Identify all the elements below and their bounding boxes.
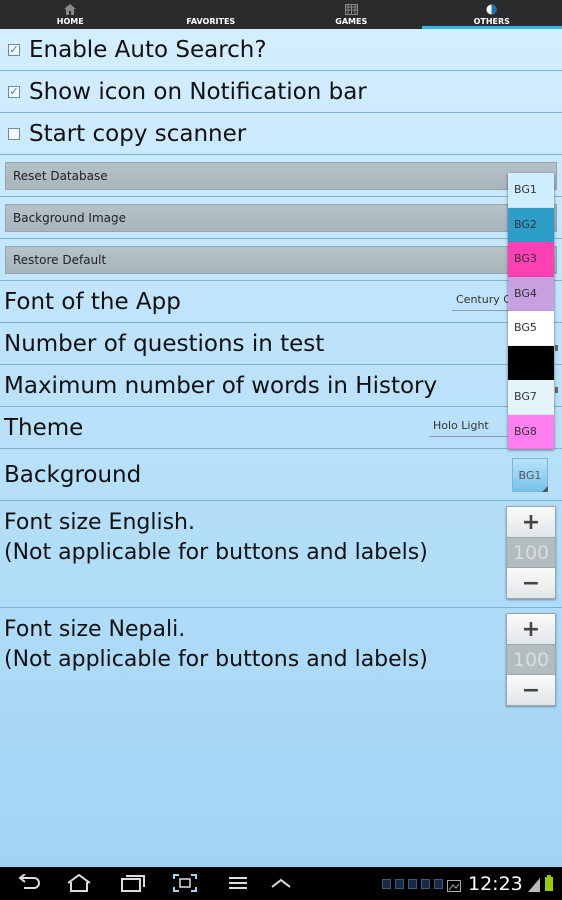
questions-label: Number of questions in test: [4, 330, 325, 357]
background-select-value: BG1: [518, 468, 542, 482]
tab-games-label: GAMES: [335, 17, 368, 26]
dropdown-corner-icon: [542, 486, 548, 492]
font-size-nepali-note: (Not applicable for buttons and labels): [4, 647, 428, 672]
background-image-button[interactable]: Background Image: [5, 203, 557, 232]
tab-home[interactable]: HOME: [0, 0, 141, 29]
font-size-nepali-setting: Font size Nepali. (Not applicable for bu…: [0, 608, 562, 715]
menu-icon[interactable]: [228, 874, 248, 896]
increase-english-button[interactable]: +: [507, 507, 555, 537]
notification-icon: [434, 879, 443, 889]
notification-icon-label: Show icon on Notification bar: [29, 78, 367, 105]
notification-icon-checkbox[interactable]: ✓: [8, 85, 20, 98]
decrease-english-button[interactable]: −: [507, 568, 555, 598]
expand-up-icon[interactable]: [270, 874, 292, 896]
bg-option-1[interactable]: BG1: [508, 173, 554, 208]
theme-label: Theme: [4, 414, 84, 441]
font-size-english-title: Font size English.: [4, 510, 195, 535]
notification-icon: [408, 879, 417, 889]
bg-option-6[interactable]: [508, 345, 554, 380]
auto-search-checkbox[interactable]: ✓: [8, 43, 20, 56]
bg-option-5[interactable]: BG5: [508, 311, 554, 346]
font-size-nepali-title: Font size Nepali.: [4, 617, 186, 642]
background-select[interactable]: BG1: [512, 458, 548, 492]
bg-option-label: BG7: [514, 390, 537, 404]
bg-option-label: BG4: [514, 286, 537, 300]
font-size-nepali-value[interactable]: 100: [507, 644, 555, 675]
bg-option-4[interactable]: BG4: [508, 276, 554, 311]
font-size-english-stepper: + 100 −: [506, 506, 556, 599]
battery-icon: [545, 875, 553, 895]
recent-apps-icon[interactable]: [120, 874, 146, 896]
tab-others-label: OTHERS: [473, 17, 510, 26]
font-size-english-text: Font size English. (Not applicable for b…: [4, 501, 428, 568]
background-label: Background: [4, 461, 142, 488]
back-icon[interactable]: [16, 873, 40, 896]
bg-option-label: BG1: [514, 183, 537, 197]
bg-option-2[interactable]: BG2: [508, 207, 554, 242]
copy-scanner-setting[interactable]: Start copy scanner: [0, 113, 562, 155]
history-label: Maximum number of words in History: [4, 372, 438, 399]
screenshot-icon[interactable]: [173, 874, 197, 896]
copy-scanner-label: Start copy scanner: [29, 120, 247, 147]
system-nav-bar: 12:23: [0, 867, 562, 900]
bg-option-label: BG3: [514, 252, 537, 266]
restore-default-row: Restore Default: [0, 239, 562, 281]
tab-favorites-label: FAVORITES: [186, 17, 236, 26]
auto-search-label: Enable Auto Search?: [29, 36, 267, 63]
tab-favorites[interactable]: FAVORITES: [141, 0, 282, 29]
bg-option-label: BG8: [514, 424, 537, 438]
font-size-english-value[interactable]: 100: [507, 537, 555, 568]
bg-option-3[interactable]: BG3: [508, 242, 554, 277]
theme-setting[interactable]: Theme Holo Light: [0, 407, 562, 449]
reset-database-button[interactable]: Reset Database: [5, 161, 557, 190]
notification-icon-setting[interactable]: ✓ Show icon on Notification bar: [0, 71, 562, 113]
background-picker-dropdown: BG1 BG2 BG3 BG4 BG5 BG7 BG8: [508, 173, 554, 449]
bg-option-8[interactable]: BG8: [508, 414, 554, 449]
others-icon: [486, 3, 497, 16]
font-size-nepali-stepper: + 100 −: [506, 613, 556, 706]
notification-icon: [421, 879, 430, 889]
questions-setting[interactable]: Number of questions in test: [0, 323, 562, 365]
decrease-nepali-button[interactable]: −: [507, 675, 555, 705]
tab-games[interactable]: GAMES: [281, 0, 422, 29]
font-setting[interactable]: Font of the App Century G: [0, 281, 562, 323]
status-clock: 12:23: [468, 873, 523, 895]
gallery-icon: [447, 877, 461, 896]
tab-others[interactable]: OTHERS: [421, 0, 562, 29]
reset-database-row: Reset Database: [0, 155, 562, 197]
home-nav-icon[interactable]: [66, 873, 92, 896]
increase-nepali-button[interactable]: +: [507, 614, 555, 644]
bg-option-label: BG5: [514, 321, 537, 335]
font-size-english-note: (Not applicable for buttons and labels): [4, 540, 428, 565]
top-tab-bar: HOME FAVORITES GAMES OTHERS: [0, 0, 562, 29]
questions-spinner-corner: [555, 345, 558, 351]
games-icon: [344, 3, 358, 16]
signal-icon: [528, 877, 540, 896]
auto-search-setting[interactable]: ✓ Enable Auto Search?: [0, 29, 562, 71]
font-size-nepali-text: Font size Nepali. (Not applicable for bu…: [4, 608, 428, 675]
restore-default-button[interactable]: Restore Default: [5, 245, 557, 274]
history-setting[interactable]: Maximum number of words in History: [0, 365, 562, 407]
notification-icon: [395, 879, 404, 889]
history-spinner-corner: [555, 387, 558, 393]
background-image-row: Background Image: [0, 197, 562, 239]
font-label: Font of the App: [4, 288, 181, 315]
notification-icon: [382, 879, 391, 889]
home-icon: [64, 3, 77, 16]
bg-option-7[interactable]: BG7: [508, 380, 554, 415]
tab-home-label: HOME: [56, 17, 84, 26]
font-size-english-setting: Font size English. (Not applicable for b…: [0, 501, 562, 608]
bg-option-label: BG2: [514, 217, 537, 231]
background-setting[interactable]: Background BG1: [0, 449, 562, 501]
copy-scanner-checkbox[interactable]: [8, 127, 20, 140]
settings-list: ✓ Enable Auto Search? ✓ Show icon on Not…: [0, 29, 562, 715]
